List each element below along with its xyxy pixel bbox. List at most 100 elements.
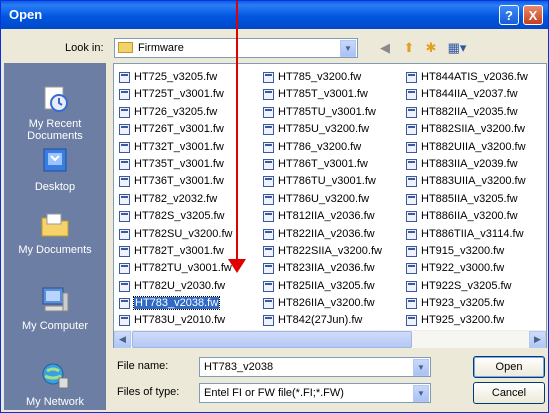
file-item[interactable]: HT735T_v3001.fw	[117, 156, 262, 173]
file-item[interactable]: HT786TU_v3001.fw	[261, 173, 406, 190]
file-item[interactable]: HT923_v3205.fw	[404, 295, 546, 312]
file-item[interactable]: HT725T_v3001.fw	[117, 86, 262, 103]
file-item[interactable]: HT782SU_v3200.fw	[117, 226, 262, 243]
fw-file-icon	[119, 106, 130, 118]
chevron-down-icon[interactable]: ▼	[413, 385, 429, 402]
open-button[interactable]: Open	[473, 356, 545, 378]
file-item[interactable]: HT925_v3200.fw	[404, 312, 546, 329]
scroll-right-icon[interactable]: ▶	[529, 331, 546, 348]
file-item[interactable]: HT725_v3205.fw	[117, 69, 262, 86]
fw-file-icon	[406, 176, 417, 188]
file-item[interactable]: HT785T_v3001.fw	[261, 86, 406, 103]
file-item[interactable]: HT822IIA_v2036.fw	[261, 226, 406, 243]
back-arrow-icon[interactable]: ◀	[375, 38, 395, 58]
file-list[interactable]: HT725_v3205.fw HT725T_v3001.fw HT726_v3205…	[113, 63, 547, 348]
file-item[interactable]: HT782U_v2030.fw	[117, 278, 262, 295]
file-item[interactable]: HT882SIIA_v3200.fw	[404, 121, 546, 138]
file-item[interactable]: HT844IIA_v2037.fw	[404, 86, 546, 103]
fw-file-icon	[263, 245, 274, 257]
file-item[interactable]: HT785U_v3200.fw	[261, 121, 406, 138]
fw-file-icon	[406, 211, 417, 223]
file-item[interactable]: HT736T_v3001.fw	[117, 173, 262, 190]
file-item[interactable]: HT883UIIA_v3200.fw	[404, 173, 546, 190]
file-item[interactable]: HT886IIA_v3200.fw	[404, 208, 546, 225]
file-item[interactable]: HT782_v2032.fw	[117, 191, 262, 208]
file-item-label: HT886IIA_v3200.fw	[421, 210, 518, 223]
fw-file-icon	[263, 141, 274, 153]
cancel-button[interactable]: Cancel	[473, 382, 545, 404]
file-item[interactable]: HT885IIA_v3205.fw	[404, 191, 546, 208]
place-my-network[interactable]: My Network	[4, 361, 106, 408]
help-button[interactable]: ?	[499, 5, 519, 25]
file-item[interactable]: HT882UIIA_v3200.fw	[404, 139, 546, 156]
place-recent-documents[interactable]: My Recent Documents	[4, 83, 106, 142]
file-item[interactable]: HT785TU_v3001.fw	[261, 104, 406, 121]
file-item[interactable]: HT826IIA_v3200.fw	[261, 295, 406, 312]
file-item[interactable]: HT915_v3200.fw	[404, 243, 546, 260]
file-item[interactable]: HT786T_v3001.fw	[261, 156, 406, 173]
file-item[interactable]: HT823IIA_v2036.fw	[261, 260, 406, 277]
place-label: My Documents	[18, 244, 92, 256]
file-item[interactable]: HT783U_v2010.fw	[117, 312, 262, 329]
scroll-thumb[interactable]	[132, 331, 412, 348]
file-item-label: HT736T_v3001.fw	[134, 175, 224, 188]
file-item-label: HT883IIA_v2039.fw	[421, 157, 518, 170]
fw-file-icon	[263, 72, 274, 83]
scroll-left-icon[interactable]: ◀	[114, 331, 131, 348]
fw-file-icon	[119, 72, 130, 83]
place-my-computer[interactable]: My Computer	[4, 285, 106, 332]
file-item-label: HT922_v3000.fw	[421, 262, 505, 275]
file-item[interactable]: HT785_v3200.fw	[261, 69, 406, 86]
place-label: My Recent Documents	[27, 118, 83, 142]
file-item[interactable]: HT922_v3000.fw	[404, 260, 546, 277]
close-button[interactable]: X	[523, 5, 543, 25]
file-item[interactable]: HT786_v3200.fw	[261, 139, 406, 156]
file-item[interactable]: HT883IIA_v2039.fw	[404, 156, 546, 173]
fw-file-icon	[406, 124, 417, 136]
annotation-arrow	[236, 1, 238, 264]
file-item[interactable]: HT726_v3205.fw	[117, 104, 262, 121]
file-item[interactable]: HT842(27Jun).fw	[261, 312, 406, 329]
file-item-label: HT782TU_v3001.fw	[134, 262, 232, 275]
file-item[interactable]: HT822SIIA_v3200.fw	[261, 243, 406, 260]
chevron-down-icon[interactable]: ▼	[340, 40, 356, 57]
title-bar[interactable]: Open ? X	[1, 1, 548, 29]
place-my-documents[interactable]: My Documents	[4, 209, 106, 256]
file-item[interactable]: HT782T_v3001.fw	[117, 243, 262, 260]
file-item[interactable]: HT732T_v3001.fw	[117, 139, 262, 156]
fw-file-icon	[119, 211, 130, 223]
fw-file-icon	[406, 245, 417, 257]
file-item-label: HT923_v3205.fw	[421, 297, 505, 310]
fw-file-icon	[119, 263, 130, 275]
file-item-label: HT915_v3200.fw	[421, 244, 505, 257]
file-item-label: HT782S_v3205.fw	[134, 210, 225, 223]
fw-file-icon	[263, 211, 274, 223]
file-item-label: HT844IIA_v2037.fw	[421, 88, 518, 101]
file-item-label: HT782_v2032.fw	[134, 192, 218, 205]
file-item[interactable]: HT782S_v3205.fw	[117, 208, 262, 225]
place-desktop[interactable]: Desktop	[4, 146, 106, 193]
chevron-down-icon[interactable]: ▼	[413, 359, 429, 376]
fw-file-icon	[263, 158, 274, 170]
file-item-selected[interactable]: HT783_v2038.fw	[117, 295, 262, 312]
file-item[interactable]: HT786U_v3200.fw	[261, 191, 406, 208]
new-folder-icon[interactable]: ✱	[421, 38, 441, 58]
up-folder-icon[interactable]: ⬆	[399, 38, 419, 58]
file-item[interactable]: HT922S_v3205.fw	[404, 278, 546, 295]
file-item[interactable]: HT886TIIA_v3114.fw	[404, 226, 546, 243]
file-type-select[interactable]: Entel FI or FW file(*.FI;*.FW) ▼	[199, 383, 431, 403]
file-item[interactable]: HT882IIA_v2035.fw	[404, 104, 546, 121]
views-menu-icon[interactable]: ▦▾	[447, 38, 467, 58]
file-item[interactable]: HT726T_v3001.fw	[117, 121, 262, 138]
file-item-label: HT785U_v3200.fw	[278, 123, 370, 136]
fw-file-icon	[406, 89, 417, 101]
file-item[interactable]: HT844ATIS_v2036.fw	[404, 69, 546, 86]
file-item-label: HT786_v3200.fw	[278, 140, 362, 153]
file-item[interactable]: HT812IIA_v2036.fw	[261, 208, 406, 225]
horizontal-scrollbar[interactable]: ◀ ▶	[114, 330, 546, 348]
file-item[interactable]: HT825IIA_v3205.fw	[261, 278, 406, 295]
file-item-label: HT885IIA_v3205.fw	[421, 192, 518, 205]
file-name-input[interactable]: HT783_v2038 ▼	[199, 357, 431, 377]
file-item-label: HT782T_v3001.fw	[134, 244, 224, 257]
fw-file-icon	[406, 263, 417, 275]
